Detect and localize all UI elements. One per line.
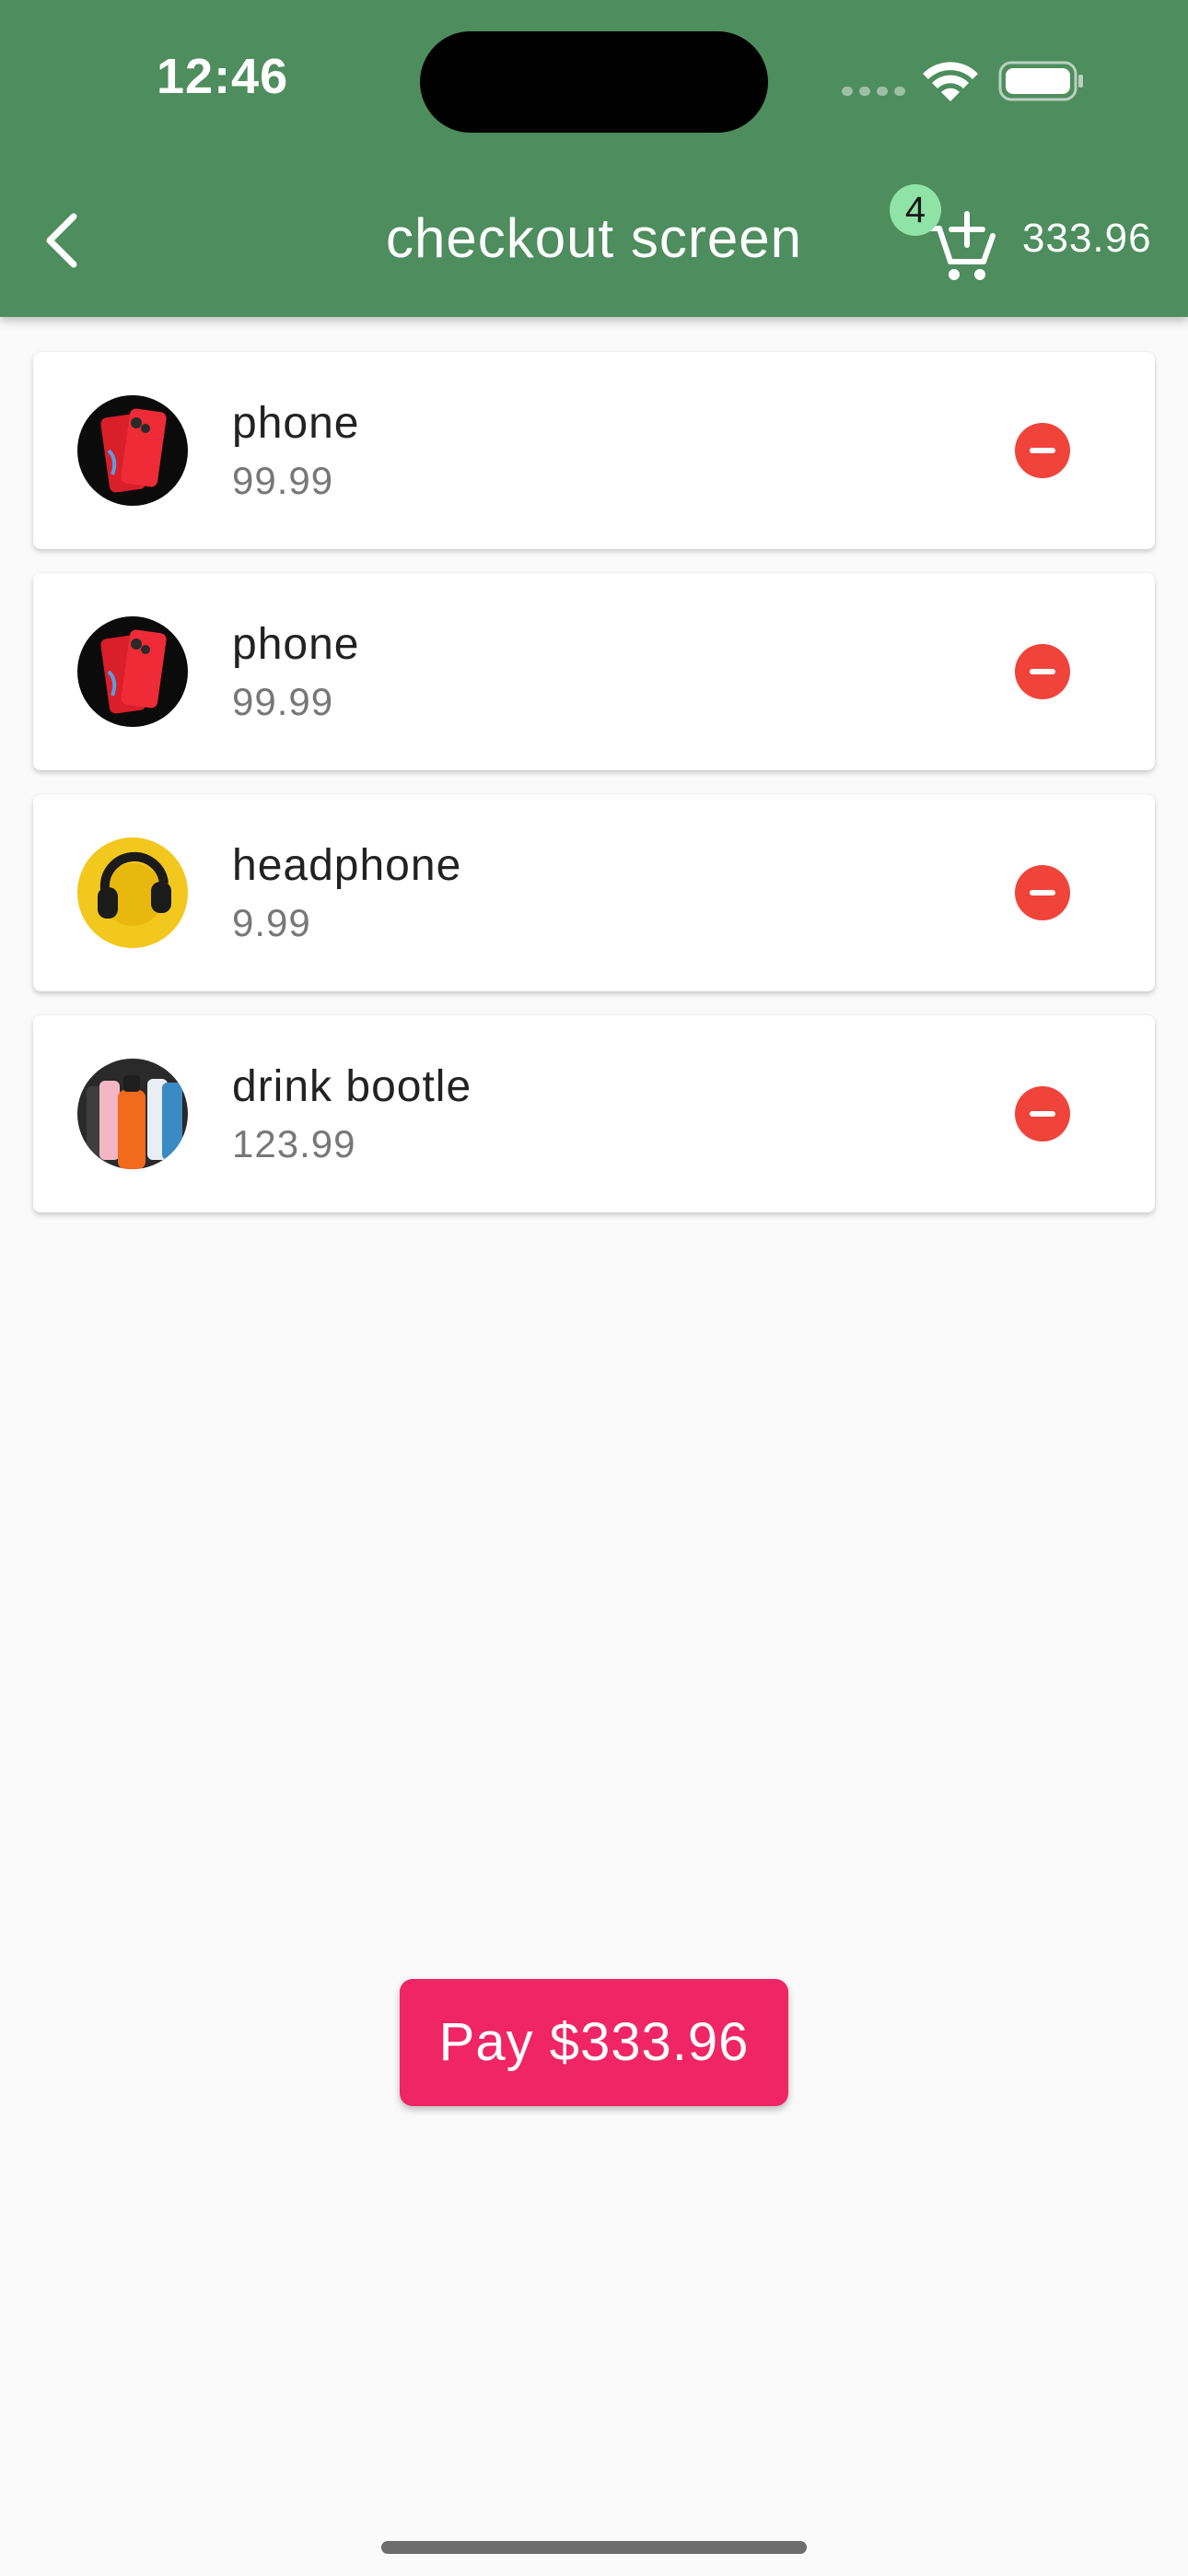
status-time: 12:46 (157, 49, 289, 104)
cart-count-badge: 4 (890, 184, 941, 236)
remove-item-button[interactable] (1015, 644, 1070, 699)
product-image (77, 1059, 188, 1169)
item-name: phone (232, 399, 360, 448)
dynamic-island (420, 31, 768, 133)
cart-total: 333.96 (1022, 216, 1152, 261)
cellular-signal-icon (842, 87, 906, 96)
item-name: phone (232, 620, 360, 669)
item-price: 123.99 (232, 1122, 356, 1165)
item-price: 9.99 (232, 901, 311, 944)
page-title: checkout screen (386, 207, 802, 269)
item-price: 99.99 (232, 459, 334, 502)
list-item: drink bootle 123.99 (33, 1015, 1155, 1212)
remove-item-button[interactable] (1015, 1086, 1070, 1142)
wifi-icon (923, 62, 978, 101)
list-item: headphone 9.99 (33, 794, 1155, 991)
item-price: 99.99 (232, 680, 334, 723)
remove-item-button[interactable] (1015, 423, 1070, 478)
product-image (77, 616, 188, 727)
battery-icon (998, 61, 1083, 101)
item-name: drink bootle (232, 1062, 472, 1111)
home-indicator[interactable] (381, 2541, 807, 2554)
remove-item-button[interactable] (1015, 865, 1070, 920)
pay-button[interactable]: Pay $333.96 (400, 1979, 788, 2106)
item-name: headphone (232, 841, 462, 890)
app-bar: 12:46 checkout screen 4 333.96 (0, 0, 1188, 317)
list-item: phone 99.99 (33, 352, 1155, 549)
list-item: phone 99.99 (33, 573, 1155, 770)
product-image (77, 837, 188, 948)
cart-item-list: phone 99.99 phone 99.99 headphone 9.99 d… (33, 352, 1155, 1236)
product-image (77, 395, 188, 506)
